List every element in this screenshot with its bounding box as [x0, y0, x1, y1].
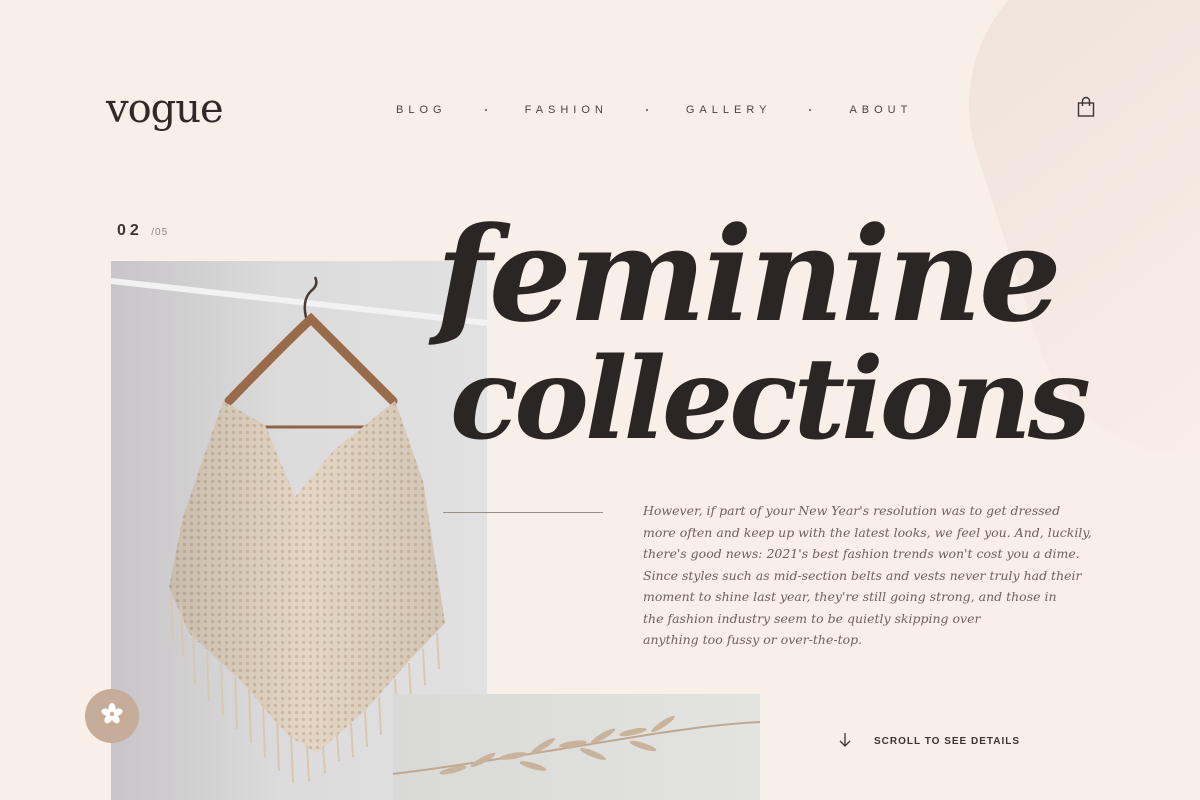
paragraph-line: the fashion industry seem to be quietly … [643, 610, 981, 626]
paragraph-line: there's good news: 2021's best fashion t… [643, 546, 1080, 561]
slide-current: 02 [117, 222, 143, 239]
main-nav: BLOG FASHION GALLERY ABOUT [396, 104, 912, 116]
scroll-label: SCROLL TO SEE DETAILS [874, 736, 1021, 747]
nav-item-blog[interactable]: BLOG [396, 104, 447, 116]
scroll-to-details[interactable]: SCROLL TO SEE DETAILS [838, 732, 1020, 751]
nav-separator [484, 109, 487, 111]
slide-counter: 02 /05 [117, 222, 168, 240]
flower-button[interactable] [85, 689, 139, 743]
flower-icon [101, 702, 123, 730]
brand-logo[interactable]: vogue [106, 86, 224, 132]
paragraph-line: However, if part of your New Year's reso… [643, 503, 1061, 518]
paragraph-line: anything too fussy or over-the-top. [643, 632, 863, 647]
divider-line [443, 512, 603, 513]
arrow-down-icon [838, 732, 852, 751]
hero-line-2: collections [450, 334, 1091, 465]
paragraph-line: moment to shine last year, they're still… [643, 589, 1057, 604]
hero-headline: feminine collections [436, 198, 1091, 465]
nav-separator [645, 109, 648, 111]
nav-item-gallery[interactable]: GALLERY [686, 104, 772, 116]
nav-item-fashion[interactable]: FASHION [525, 104, 608, 116]
nav-separator [809, 109, 812, 111]
paragraph-line: more often and keep up with the latest l… [643, 524, 1092, 540]
hero-line-1: feminine [436, 198, 1062, 351]
nav-item-about[interactable]: ABOUT [849, 104, 912, 116]
slide-total: /05 [151, 227, 169, 238]
shopping-bag-icon[interactable] [1076, 96, 1096, 118]
intro-paragraph: However, if part of your New Year's reso… [643, 500, 1093, 651]
dried-grass-photo [393, 694, 760, 800]
paragraph-line: Since styles such as mid-section belts a… [643, 567, 1082, 583]
